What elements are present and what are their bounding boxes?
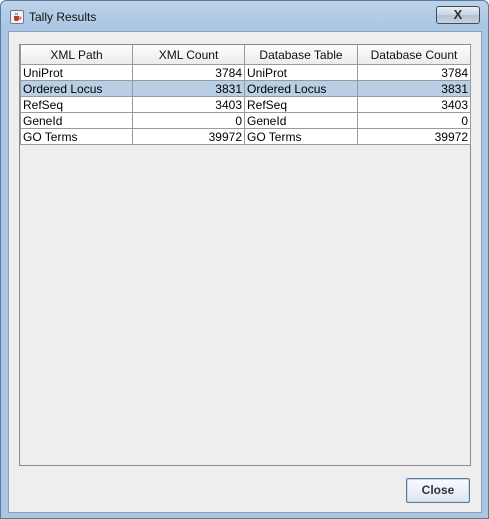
table-cell[interactable]: 3784 [132, 64, 245, 81]
table-cell[interactable]: GeneId [20, 112, 133, 129]
table-row[interactable]: UniProt 3784 UniProt 3784 [20, 64, 471, 81]
close-button[interactable]: Close [406, 478, 470, 503]
table-cell[interactable]: 0 [357, 112, 471, 129]
table-cell[interactable]: GO Terms [20, 128, 133, 145]
table-cell[interactable]: 3403 [357, 96, 471, 113]
table-cell[interactable]: RefSeq [20, 96, 133, 113]
table-cell[interactable]: GeneId [244, 112, 358, 129]
table-cell[interactable]: 39972 [357, 128, 471, 145]
table-cell[interactable]: GO Terms [244, 128, 358, 145]
table-cell[interactable]: 39972 [132, 128, 245, 145]
close-icon: X [453, 7, 463, 22]
table-cell[interactable]: 3403 [132, 96, 245, 113]
column-header-database-table[interactable]: Database Table [244, 45, 358, 65]
column-header-xml-count[interactable]: XML Count [132, 45, 245, 65]
dialog-content: XML Path XML Count Database Table Databa… [8, 31, 482, 513]
tally-results-window: Tally Results X XML Path XML Count Datab… [0, 0, 489, 519]
table-cell[interactable]: Ordered Locus [20, 80, 133, 97]
table-header-row: XML Path XML Count Database Table Databa… [20, 45, 471, 65]
table-row[interactable]: RefSeq 3403 RefSeq 3403 [20, 96, 471, 113]
results-table-scrollpane[interactable]: XML Path XML Count Database Table Databa… [19, 44, 471, 466]
window-close-button[interactable]: X [436, 6, 480, 24]
table-row[interactable]: Ordered Locus 3831 Ordered Locus 3831 [20, 80, 471, 97]
table-row[interactable]: GeneId 0 GeneId 0 [20, 112, 471, 129]
title-bar[interactable]: Tally Results X [1, 1, 488, 31]
column-header-xml-path[interactable]: XML Path [20, 45, 133, 65]
column-header-database-count[interactable]: Database Count [357, 45, 471, 65]
table-cell[interactable]: 3831 [357, 80, 471, 97]
table-row[interactable]: GO Terms 39972 GO Terms 39972 [20, 128, 471, 145]
table-cell[interactable]: Ordered Locus [244, 80, 358, 97]
window-title: Tally Results [29, 10, 97, 24]
table-cell[interactable]: UniProt [20, 64, 133, 81]
table-cell[interactable]: 3784 [357, 64, 471, 81]
table-cell[interactable]: RefSeq [244, 96, 358, 113]
table-cell[interactable]: 3831 [132, 80, 245, 97]
java-cup-icon [10, 10, 24, 24]
table-cell[interactable]: 0 [132, 112, 245, 129]
table-cell[interactable]: UniProt [244, 64, 358, 81]
tally-results-table: XML Path XML Count Database Table Databa… [20, 45, 471, 145]
